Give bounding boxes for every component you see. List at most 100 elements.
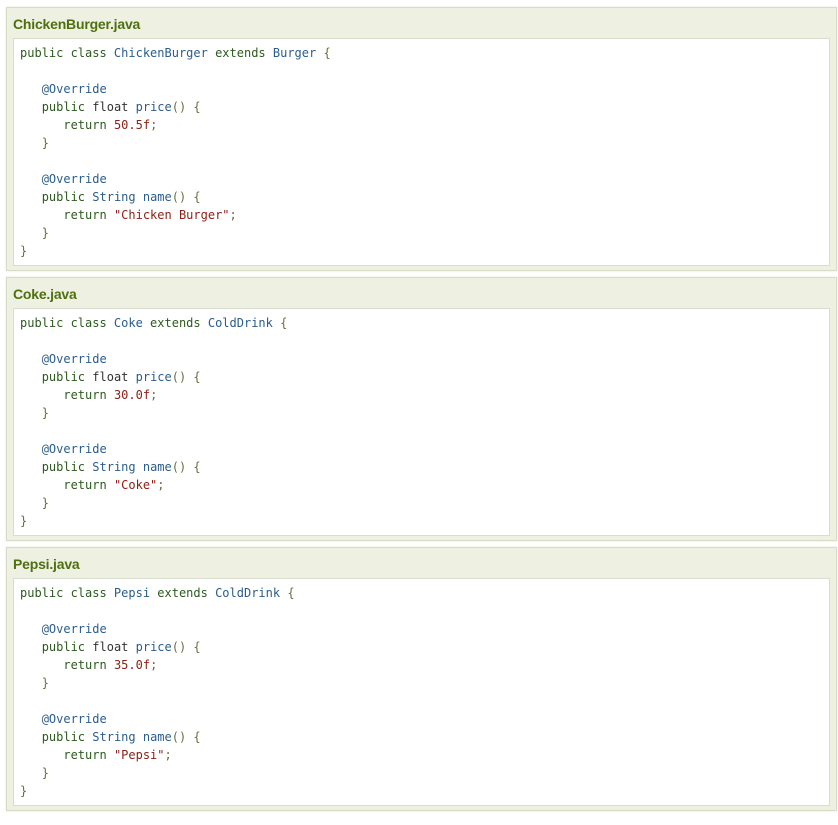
code-line: } <box>20 494 823 512</box>
code-line: } <box>20 404 823 422</box>
code-token: ; <box>150 118 158 132</box>
code-token: float <box>92 100 136 114</box>
code-token: () { <box>171 460 201 474</box>
code-token: } <box>20 784 28 798</box>
code-token: price <box>135 640 172 654</box>
code-line: @Override <box>20 80 823 98</box>
code-line: } <box>20 242 823 260</box>
code-token: ColdDrink <box>215 586 288 600</box>
code-panel-pepsi: Pepsi.java public class Pepsi extends Co… <box>6 547 837 811</box>
code-token: ColdDrink <box>207 316 281 330</box>
code-token: ; <box>157 478 165 492</box>
code-token: ChickenBurger <box>113 46 216 60</box>
code-line: } <box>20 512 823 530</box>
code-token: return <box>63 658 114 672</box>
code-line: } <box>20 674 823 692</box>
code-token: () { <box>171 370 201 384</box>
page: ChickenBurger.java public class ChickenB… <box>0 0 838 825</box>
code-token: return <box>63 388 114 402</box>
code-line: public class ChickenBurger extends Burge… <box>20 44 823 62</box>
code-line: @Override <box>20 440 823 458</box>
code-line: public String name() { <box>20 728 823 746</box>
code-block: public class ChickenBurger extends Burge… <box>13 38 830 266</box>
code-token: float <box>92 370 136 384</box>
code-token: public <box>41 190 93 204</box>
code-line: return 35.0f; <box>20 656 823 674</box>
file-title: ChickenBurger.java <box>13 16 141 32</box>
code-token: Pepsi <box>113 586 158 600</box>
code-token: float <box>92 640 136 654</box>
code-line: } <box>20 134 823 152</box>
file-title: Pepsi.java <box>13 556 80 572</box>
code-token: public <box>41 100 93 114</box>
code-line: return "Pepsi"; <box>20 746 823 764</box>
code-block: public class Coke extends ColdDrink { @O… <box>13 308 830 536</box>
code-token: public class <box>20 586 114 600</box>
code-token: price <box>135 370 172 384</box>
code-line: @Override <box>20 620 823 638</box>
code-panel-coke: Coke.java public class Coke extends Cold… <box>6 277 837 541</box>
code-token: public class <box>20 46 114 60</box>
code-token: { <box>323 46 331 60</box>
code-line: return 30.0f; <box>20 386 823 404</box>
code-token: } <box>20 244 28 258</box>
code-token: public <box>41 370 93 384</box>
code-token: public <box>41 730 93 744</box>
code-token: @Override <box>41 352 107 366</box>
code-token: return <box>63 748 114 762</box>
code-token: String <box>92 730 143 744</box>
code-token: } <box>41 766 49 780</box>
code-token: name <box>142 460 172 474</box>
code-line: public float price() { <box>20 638 823 656</box>
code-token: @Override <box>41 172 107 186</box>
code-token: 30.0f <box>113 388 151 402</box>
code-token: Burger <box>272 46 324 60</box>
code-token: ; <box>150 658 158 672</box>
code-line: public float price() { <box>20 98 823 116</box>
code-token: @Override <box>41 82 107 96</box>
code-token: } <box>41 136 49 150</box>
code-token: 50.5f <box>113 118 151 132</box>
code-line: public class Coke extends ColdDrink { <box>20 314 823 332</box>
code-token: () { <box>171 730 201 744</box>
code-token: Coke <box>113 316 151 330</box>
file-title: Coke.java <box>13 286 77 302</box>
code-token: extends <box>157 586 216 600</box>
code-token: return <box>63 118 114 132</box>
code-line: return "Chicken Burger"; <box>20 206 823 224</box>
code-line: } <box>20 764 823 782</box>
code-token: { <box>280 316 288 330</box>
code-token: String <box>92 460 143 474</box>
code-token: return <box>63 208 114 222</box>
code-token: extends <box>215 46 273 60</box>
code-token: public <box>41 460 93 474</box>
code-token: @Override <box>41 712 107 726</box>
code-token: () { <box>171 100 201 114</box>
code-token: name <box>142 730 172 744</box>
code-line: public class Pepsi extends ColdDrink { <box>20 584 823 602</box>
